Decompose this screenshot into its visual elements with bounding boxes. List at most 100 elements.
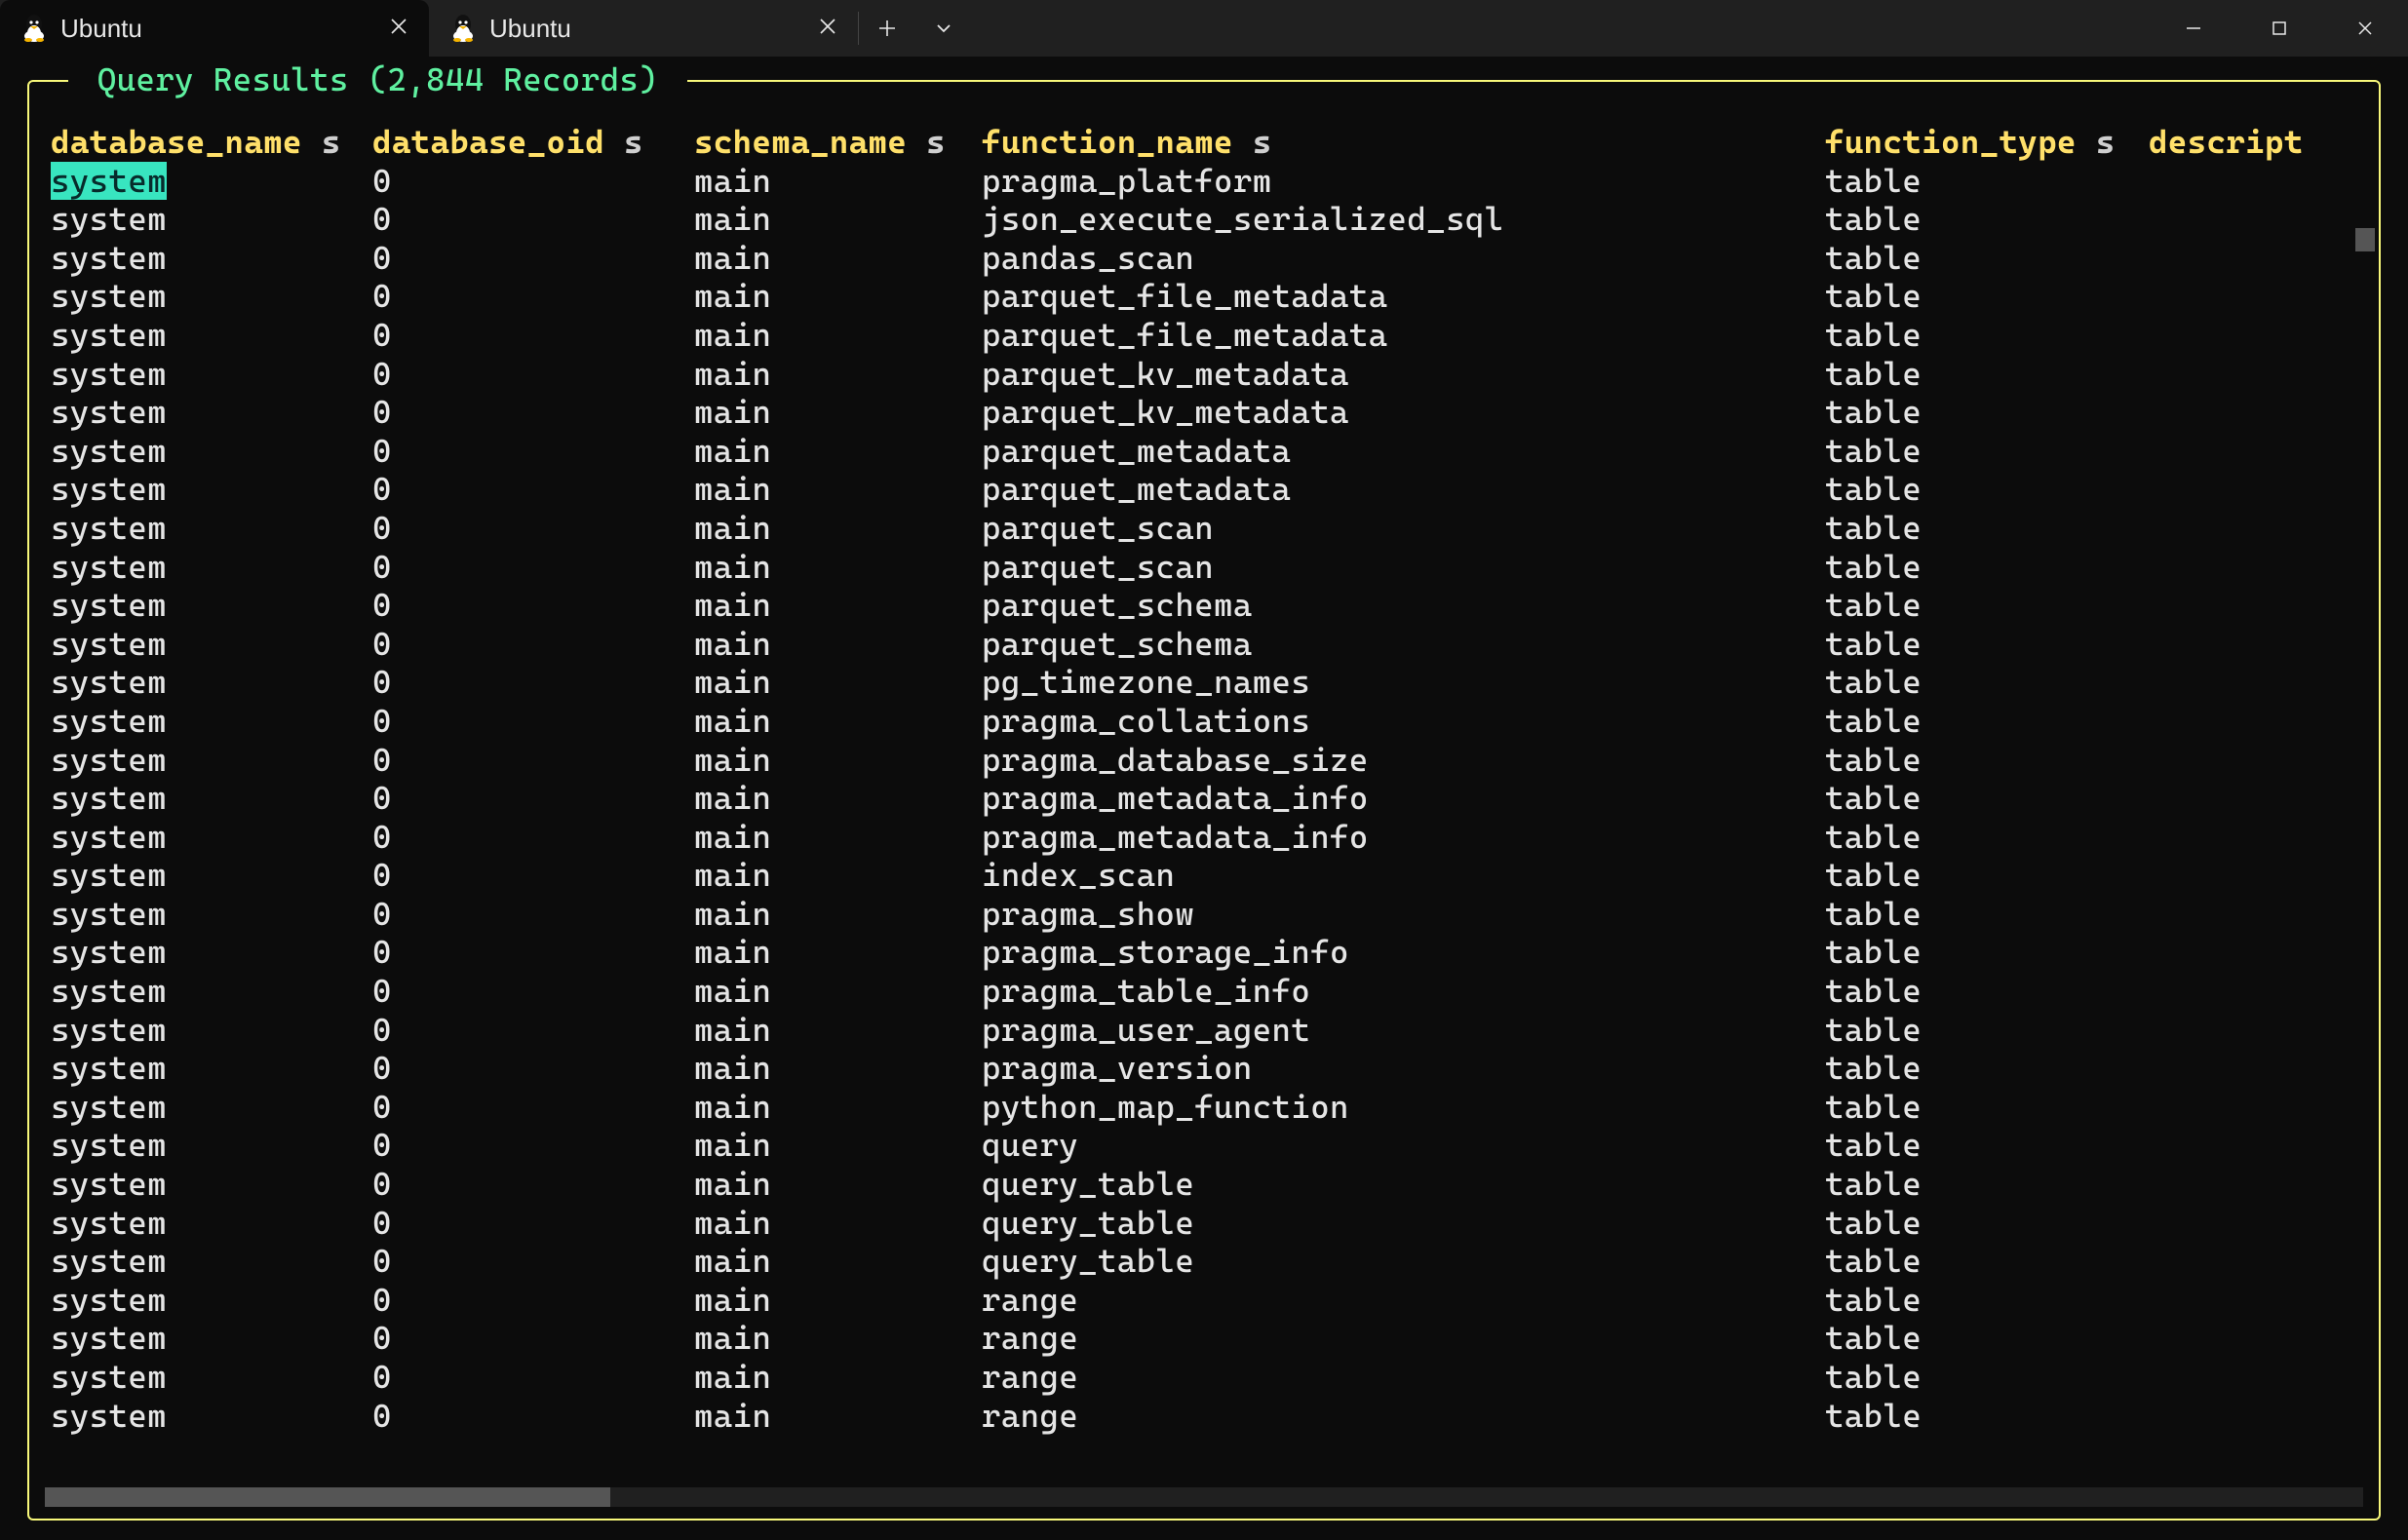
window-maximize-button[interactable]: [2236, 0, 2322, 57]
col-database-name[interactable]: database_name: [51, 123, 302, 161]
cell-database-oid: 0: [372, 1204, 694, 1243]
table-row[interactable]: system0mainparquet_schematable: [29, 586, 2379, 625]
cell-function-type: table: [1825, 1358, 2149, 1397]
table-row[interactable]: system0mainparquet_scantable: [29, 509, 2379, 548]
cell-function-name: pg_timezone_names: [982, 663, 1825, 702]
cell-database-name: system: [51, 779, 167, 817]
col-function-name[interactable]: function_name: [982, 123, 1233, 161]
table-row[interactable]: system0mainpragma_user_agenttable: [29, 1011, 2379, 1050]
cell-function-type: table: [1825, 200, 2149, 239]
tab-dropdown-button[interactable]: [915, 0, 972, 57]
cell-database-oid: 0: [372, 933, 694, 972]
cell-schema-name: main: [694, 1281, 982, 1320]
table-row[interactable]: system0mainpragma_metadata_infotable: [29, 779, 2379, 818]
cell-function-name: range: [982, 1319, 1825, 1358]
table-row[interactable]: system0mainparquet_file_metadatatable: [29, 316, 2379, 355]
table-row[interactable]: system0mainpg_timezone_namestable: [29, 663, 2379, 702]
table-row[interactable]: system0mainpragma_metadata_infotable: [29, 818, 2379, 857]
cell-function-name: pragma_user_agent: [982, 1011, 1825, 1050]
cell-database-name: system: [51, 1126, 167, 1164]
cell-database-oid: 0: [372, 548, 694, 587]
rows-container: system0mainpragma_platformtablesystem0ma…: [29, 162, 2379, 1436]
cell-database-oid: 0: [372, 1088, 694, 1127]
col-function-type[interactable]: function_type: [1825, 123, 2077, 161]
table-row[interactable]: system0mainparquet_kv_metadatatable: [29, 393, 2379, 432]
table-row[interactable]: system0mainrangetable: [29, 1358, 2379, 1397]
cell-function-type: table: [1825, 470, 2149, 509]
table-row[interactable]: system0mainrangetable: [29, 1281, 2379, 1320]
cell-function-name: range: [982, 1358, 1825, 1397]
cell-function-name: pragma_storage_info: [982, 933, 1825, 972]
cell-function-name: parquet_kv_metadata: [982, 355, 1825, 394]
table-row[interactable]: system0mainparquet_metadatatable: [29, 432, 2379, 471]
col-schema-name[interactable]: schema_name: [694, 123, 907, 161]
table-row[interactable]: system0mainparquet_schematable: [29, 625, 2379, 664]
table-row[interactable]: system0mainparquet_metadatatable: [29, 470, 2379, 509]
table-row[interactable]: system0mainpragma_collationstable: [29, 702, 2379, 741]
cell-function-type: table: [1825, 933, 2149, 972]
tab-strip: Ubuntu Ubuntu: [0, 0, 2151, 57]
new-tab-button[interactable]: [859, 0, 915, 57]
cell-database-name: system: [51, 1088, 167, 1126]
table-row[interactable]: system0mainrangetable: [29, 1397, 2379, 1436]
cell-function-name: pandas_scan: [982, 239, 1825, 278]
cell-function-name: pragma_show: [982, 895, 1825, 934]
table-row[interactable]: system0mainpragma_versiontable: [29, 1049, 2379, 1088]
table-row[interactable]: system0mainquery_tabletable: [29, 1204, 2379, 1243]
cell-function-name: parquet_kv_metadata: [982, 393, 1825, 432]
table-row[interactable]: system0mainpragma_platformtable: [29, 162, 2379, 201]
table-row[interactable]: system0mainquery_tabletable: [29, 1165, 2379, 1204]
cell-database-oid: 0: [372, 277, 694, 316]
cell-function-type: table: [1825, 239, 2149, 278]
tab-ubuntu-2[interactable]: Ubuntu: [429, 0, 858, 57]
col-database-oid[interactable]: database_oid: [372, 123, 604, 161]
cell-function-name: pragma_metadata_info: [982, 818, 1825, 857]
cell-function-name: parquet_file_metadata: [982, 277, 1825, 316]
table-row[interactable]: system0mainpragma_showtable: [29, 895, 2379, 934]
horizontal-scrollbar[interactable]: [45, 1487, 2363, 1507]
horizontal-scrollbar-thumb[interactable]: [45, 1487, 610, 1507]
window-close-button[interactable]: [2322, 0, 2408, 57]
table-row[interactable]: system0mainpython_map_functiontable: [29, 1088, 2379, 1127]
cell-database-oid: 0: [372, 1165, 694, 1204]
cell-database-name: system: [51, 277, 167, 315]
cell-database-oid: 0: [372, 1242, 694, 1281]
cell-database-name: system: [51, 470, 167, 508]
table-row[interactable]: system0mainpragma_database_sizetable: [29, 741, 2379, 780]
table-row[interactable]: system0mainindex_scantable: [29, 856, 2379, 895]
cell-function-type: table: [1825, 432, 2149, 471]
cell-schema-name: main: [694, 741, 982, 780]
window-minimize-button[interactable]: [2151, 0, 2236, 57]
table-row[interactable]: system0mainparquet_kv_metadatatable: [29, 355, 2379, 394]
table-row[interactable]: system0mainparquet_scantable: [29, 548, 2379, 587]
cell-database-name: system: [51, 741, 167, 779]
cell-function-name: parquet_file_metadata: [982, 316, 1825, 355]
table-row[interactable]: system0mainjson_execute_serialized_sqlta…: [29, 200, 2379, 239]
cell-schema-name: main: [694, 702, 982, 741]
table-row[interactable]: system0mainquery_tabletable: [29, 1242, 2379, 1281]
close-icon[interactable]: [390, 16, 408, 41]
terminal-viewport[interactable]: Query Results (2,844 Records) database_n…: [0, 57, 2408, 1540]
table-row[interactable]: system0mainparquet_file_metadatatable: [29, 277, 2379, 316]
col-description[interactable]: descript: [2149, 123, 2304, 161]
cell-database-name: system: [51, 895, 167, 933]
table-row[interactable]: system0mainpragma_table_infotable: [29, 972, 2379, 1011]
table-row[interactable]: system0mainpragma_storage_infotable: [29, 933, 2379, 972]
cell-database-oid: 0: [372, 509, 694, 548]
tab-label: Ubuntu: [489, 14, 571, 44]
cell-function-type: table: [1825, 818, 2149, 857]
table-row[interactable]: system0mainrangetable: [29, 1319, 2379, 1358]
col-type: s: [624, 123, 643, 161]
vertical-scrollbar-thumb[interactable]: [2355, 228, 2375, 251]
cell-database-name: system: [51, 1204, 167, 1242]
panel-title: Query Results (2,844 Records): [68, 60, 687, 99]
tux-icon: [21, 14, 47, 43]
close-icon[interactable]: [819, 16, 836, 41]
tab-ubuntu-1[interactable]: Ubuntu: [0, 0, 429, 57]
cell-database-oid: 0: [372, 316, 694, 355]
cell-function-name: pragma_metadata_info: [982, 779, 1825, 818]
cell-database-name: system: [51, 933, 167, 971]
cell-database-oid: 0: [372, 779, 694, 818]
table-row[interactable]: system0mainpandas_scantable: [29, 239, 2379, 278]
table-row[interactable]: system0mainquerytable: [29, 1126, 2379, 1165]
